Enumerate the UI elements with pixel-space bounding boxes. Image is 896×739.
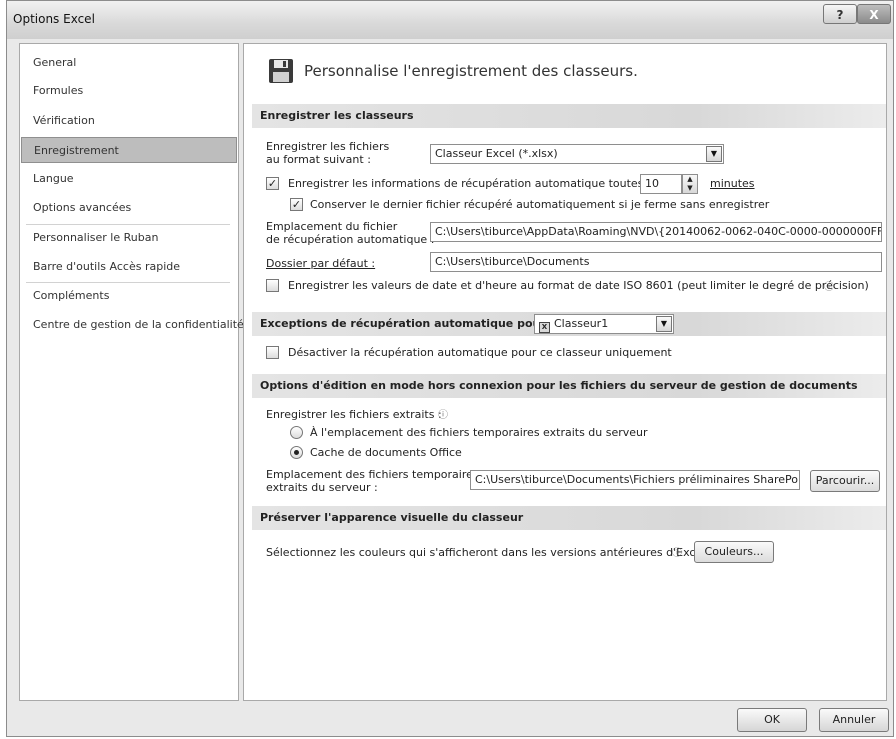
autorecover-location-label-line1: Emplacement du fichier (266, 220, 398, 233)
temp-location-input[interactable]: C:\Users\tiburce\Documents\Fichiers prél… (470, 470, 800, 490)
nav-item-personnaliser-ruban[interactable]: Personnaliser le Ruban (21, 225, 237, 251)
nav-item-complements[interactable]: Compléments (21, 283, 237, 309)
server-temp-radio[interactable] (290, 426, 303, 439)
nav-item-formules[interactable]: Formules (21, 78, 237, 104)
colors-label: Sélectionnez les couleurs qui s'afficher… (266, 546, 713, 559)
cancel-button[interactable]: Annuler (819, 708, 889, 732)
default-folder-label: Dossier par défaut : (266, 257, 376, 270)
section-offline-editing: Options d'édition en mode hors connexion… (252, 374, 886, 398)
iso-date-label: Enregistrer les valeurs de date et d'heu… (288, 279, 869, 292)
title-bar[interactable]: Options Excel ? X (7, 1, 893, 39)
window-title: Options Excel (13, 12, 95, 26)
keep-last-checkbox[interactable]: ✓ (290, 198, 303, 211)
nav-item-enregistrement[interactable]: Enregistrement (21, 137, 237, 163)
save-extracted-label: Enregistrer les fichiers extraits : (266, 408, 442, 421)
nav-item-barre-acces-rapide[interactable]: Barre d'outils Accès rapide (21, 254, 237, 280)
nav-item-verification[interactable]: Vérification (21, 108, 237, 134)
workbook-value: Classeur1 (554, 317, 609, 330)
autorecover-label: Enregistrer les informations de récupéra… (288, 177, 663, 190)
minutes-spinner[interactable]: ▲ ▼ (682, 174, 698, 194)
info-icon[interactable]: ⓘ (824, 278, 834, 293)
temp-location-label-line1: Emplacement des fichiers temporaires (266, 468, 479, 481)
ok-button[interactable]: OK (737, 708, 807, 732)
autorecover-location-input[interactable]: C:\Users\tiburce\AppData\Roaming\NVD\{20… (430, 222, 882, 242)
default-folder-input[interactable]: C:\Users\tiburce\Documents (430, 252, 882, 272)
floppy-disk-icon (269, 59, 293, 83)
section-visual-appearance: Préserver l'apparence visuelle du classe… (252, 506, 886, 530)
chevron-down-icon[interactable]: ▼ (706, 146, 722, 162)
temp-location-label-line2: extraits du serveur : (266, 481, 378, 494)
options-dialog: Options Excel ? X General Formules Vérif… (6, 0, 894, 737)
disable-autorecover-checkbox[interactable] (266, 346, 279, 359)
spin-down-icon[interactable]: ▼ (683, 184, 697, 193)
format-label-line2: au format suivant : (266, 153, 371, 166)
workbook-select[interactable]: X Classeur1 ▼ (534, 314, 674, 334)
chevron-down-icon[interactable]: ▼ (656, 316, 672, 332)
format-label-line1: Enregistrer les fichiers (266, 140, 390, 153)
autorecover-checkbox[interactable]: ✓ (266, 177, 279, 190)
close-button[interactable]: X (857, 4, 891, 24)
autorecover-minutes-input[interactable]: 10 (640, 174, 682, 194)
file-format-value: Classeur Excel (*.xlsx) (435, 147, 558, 160)
keep-last-label: Conserver le dernier fichier récupéré au… (310, 198, 770, 211)
iso-date-checkbox[interactable] (266, 279, 279, 292)
help-button[interactable]: ? (823, 4, 857, 24)
excel-icon: X (539, 322, 550, 333)
browse-button[interactable]: Parcourir... (810, 470, 880, 492)
section-save-workbooks: Enregistrer les classeurs (252, 104, 886, 128)
nav-item-centre-confidentialite[interactable]: Centre de gestion de la confidentialité (21, 312, 244, 338)
spin-up-icon[interactable]: ▲ (683, 175, 697, 184)
page-title: Personnalise l'enregistrement des classe… (304, 62, 638, 80)
colors-button[interactable]: Couleurs... (694, 541, 774, 563)
server-temp-label: À l'emplacement des fichiers temporaires… (310, 426, 648, 439)
options-nav: General Formules Vérification Enregistre… (19, 43, 244, 701)
disable-autorecover-label: Désactiver la récupération automatique p… (288, 346, 672, 359)
office-cache-radio[interactable] (290, 446, 303, 459)
info-icon[interactable]: ⓘ (672, 544, 682, 559)
nav-item-langue[interactable]: Langue (21, 166, 237, 192)
nav-item-options-avancees[interactable]: Options avancées (21, 195, 237, 221)
autorecover-location-label-line2: de récupération automatique : (266, 233, 435, 246)
minutes-label: minutes (710, 177, 755, 190)
nav-item-general[interactable]: General (21, 50, 237, 76)
file-format-select[interactable]: Classeur Excel (*.xlsx) ▼ (430, 144, 724, 164)
exceptions-title: Exceptions de récupération automatique p… (260, 317, 554, 330)
options-content: Personnalise l'enregistrement des classe… (243, 43, 887, 701)
office-cache-label: Cache de documents Office (310, 446, 462, 459)
info-icon[interactable]: ⓘ (438, 406, 448, 421)
